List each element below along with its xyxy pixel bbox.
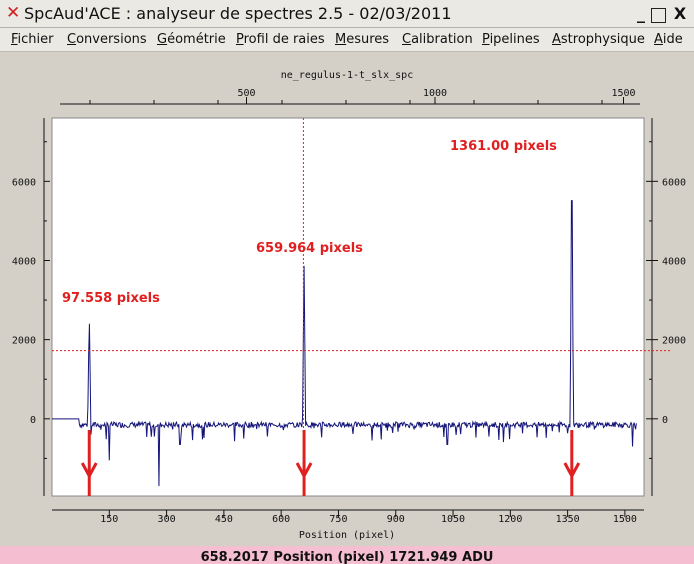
left-tick-label-6000: 6000 xyxy=(12,177,36,188)
menu-fichier-label: ichier xyxy=(17,32,54,47)
menu-conversions-label: onversions xyxy=(76,32,147,47)
right-tick-label-2000: 2000 xyxy=(662,336,686,347)
title-bar: ✕ SpcAud'ACE : analyseur de spectres 2.5… xyxy=(0,0,694,28)
menu-pipelines[interactable]: Pipelines xyxy=(482,32,540,47)
menu-astrophysique-mnemonic: A xyxy=(552,32,561,47)
bottom-tick-label-450: 450 xyxy=(215,514,233,525)
top-tick-label-1500: 1500 xyxy=(611,88,635,99)
bottom-tick-label-150: 150 xyxy=(100,514,118,525)
menu-geometrie-label: éométrie xyxy=(167,32,226,47)
menu-mesures-mnemonic: M xyxy=(335,32,347,47)
close-button[interactable]: X xyxy=(671,5,689,23)
x-axis-label: Position (pixel) xyxy=(299,530,395,541)
menu-astrophysique[interactable]: Astrophysique xyxy=(552,32,645,47)
menu-calibration-label: alibration xyxy=(411,32,473,47)
menu-aide[interactable]: Aide xyxy=(654,32,683,47)
menu-astrophysique-label: strophysique xyxy=(560,32,645,47)
menu-pipelines-mnemonic: P xyxy=(482,32,490,47)
right-tick-label-0: 0 xyxy=(662,415,668,426)
spectrum-plot[interactable]: ne_regulus-1-t_slx_spc Position (pixel) … xyxy=(0,52,694,546)
menu-calibration-mnemonic: C xyxy=(402,32,412,47)
peak-label-3: 1361.00 pixels xyxy=(450,139,557,154)
bottom-tick-label-1500: 1500 xyxy=(613,514,637,525)
bottom-tick-label-750: 750 xyxy=(329,514,347,525)
top-tick-label-1000: 1000 xyxy=(423,88,447,99)
menu-conversions-mnemonic: C xyxy=(67,32,77,47)
right-tick-label-6000: 6000 xyxy=(662,177,686,188)
menu-pipelines-label: ipelines xyxy=(489,32,540,47)
maximize-button[interactable] xyxy=(651,8,666,23)
plot-background xyxy=(51,117,645,497)
bottom-tick-label-900: 900 xyxy=(387,514,405,525)
menu-bar: Fichier Conversions Géométrie Profil de … xyxy=(0,28,694,52)
peak-label-1: 97.558 pixels xyxy=(62,291,160,306)
bottom-tick-label-1350: 1350 xyxy=(556,514,580,525)
menu-aide-label: ide xyxy=(662,32,683,47)
app-x-icon[interactable]: ✕ xyxy=(6,3,20,23)
bottom-tick-label-1200: 1200 xyxy=(498,514,522,525)
status-readout: 658.2017 Position (pixel) 1721.949 ADU xyxy=(200,550,494,564)
left-tick-label-4000: 4000 xyxy=(12,256,36,267)
menu-geometrie-mnemonic: G xyxy=(157,32,168,47)
bottom-tick-label-600: 600 xyxy=(272,514,290,525)
left-tick-label-2000: 2000 xyxy=(12,336,36,347)
bottom-tick-label-300: 300 xyxy=(158,514,176,525)
menu-conversions[interactable]: Conversions xyxy=(67,32,147,47)
right-tick-label-4000: 4000 xyxy=(662,256,686,267)
window-title: SpcAud'ACE : analyseur de spectres 2.5 -… xyxy=(24,4,452,23)
menu-aide-mnemonic: A xyxy=(654,32,663,47)
menu-calibration[interactable]: Calibration xyxy=(402,32,473,47)
status-bar: 658.2017 Position (pixel) 1721.949 ADU xyxy=(0,546,694,564)
peak-label-2: 659.964 pixels xyxy=(256,241,363,256)
menu-mesures[interactable]: Mesures xyxy=(335,32,389,47)
menu-profil-de-raies[interactable]: Profil de raies xyxy=(236,32,325,47)
left-tick-label-0: 0 xyxy=(30,415,36,426)
minimize-button[interactable]: _ xyxy=(632,5,650,23)
menu-fichier[interactable]: Fichier xyxy=(11,32,54,47)
bottom-tick-label-1050: 1050 xyxy=(441,514,465,525)
menu-profil-label: rofil de raies xyxy=(243,32,325,47)
menu-mesures-label: esures xyxy=(346,32,390,47)
top-tick-label-500: 500 xyxy=(237,88,255,99)
menu-geometrie[interactable]: Géométrie xyxy=(157,32,226,47)
menu-profil-mnemonic: P xyxy=(236,32,244,47)
chart-title: ne_regulus-1-t_slx_spc xyxy=(281,70,413,81)
